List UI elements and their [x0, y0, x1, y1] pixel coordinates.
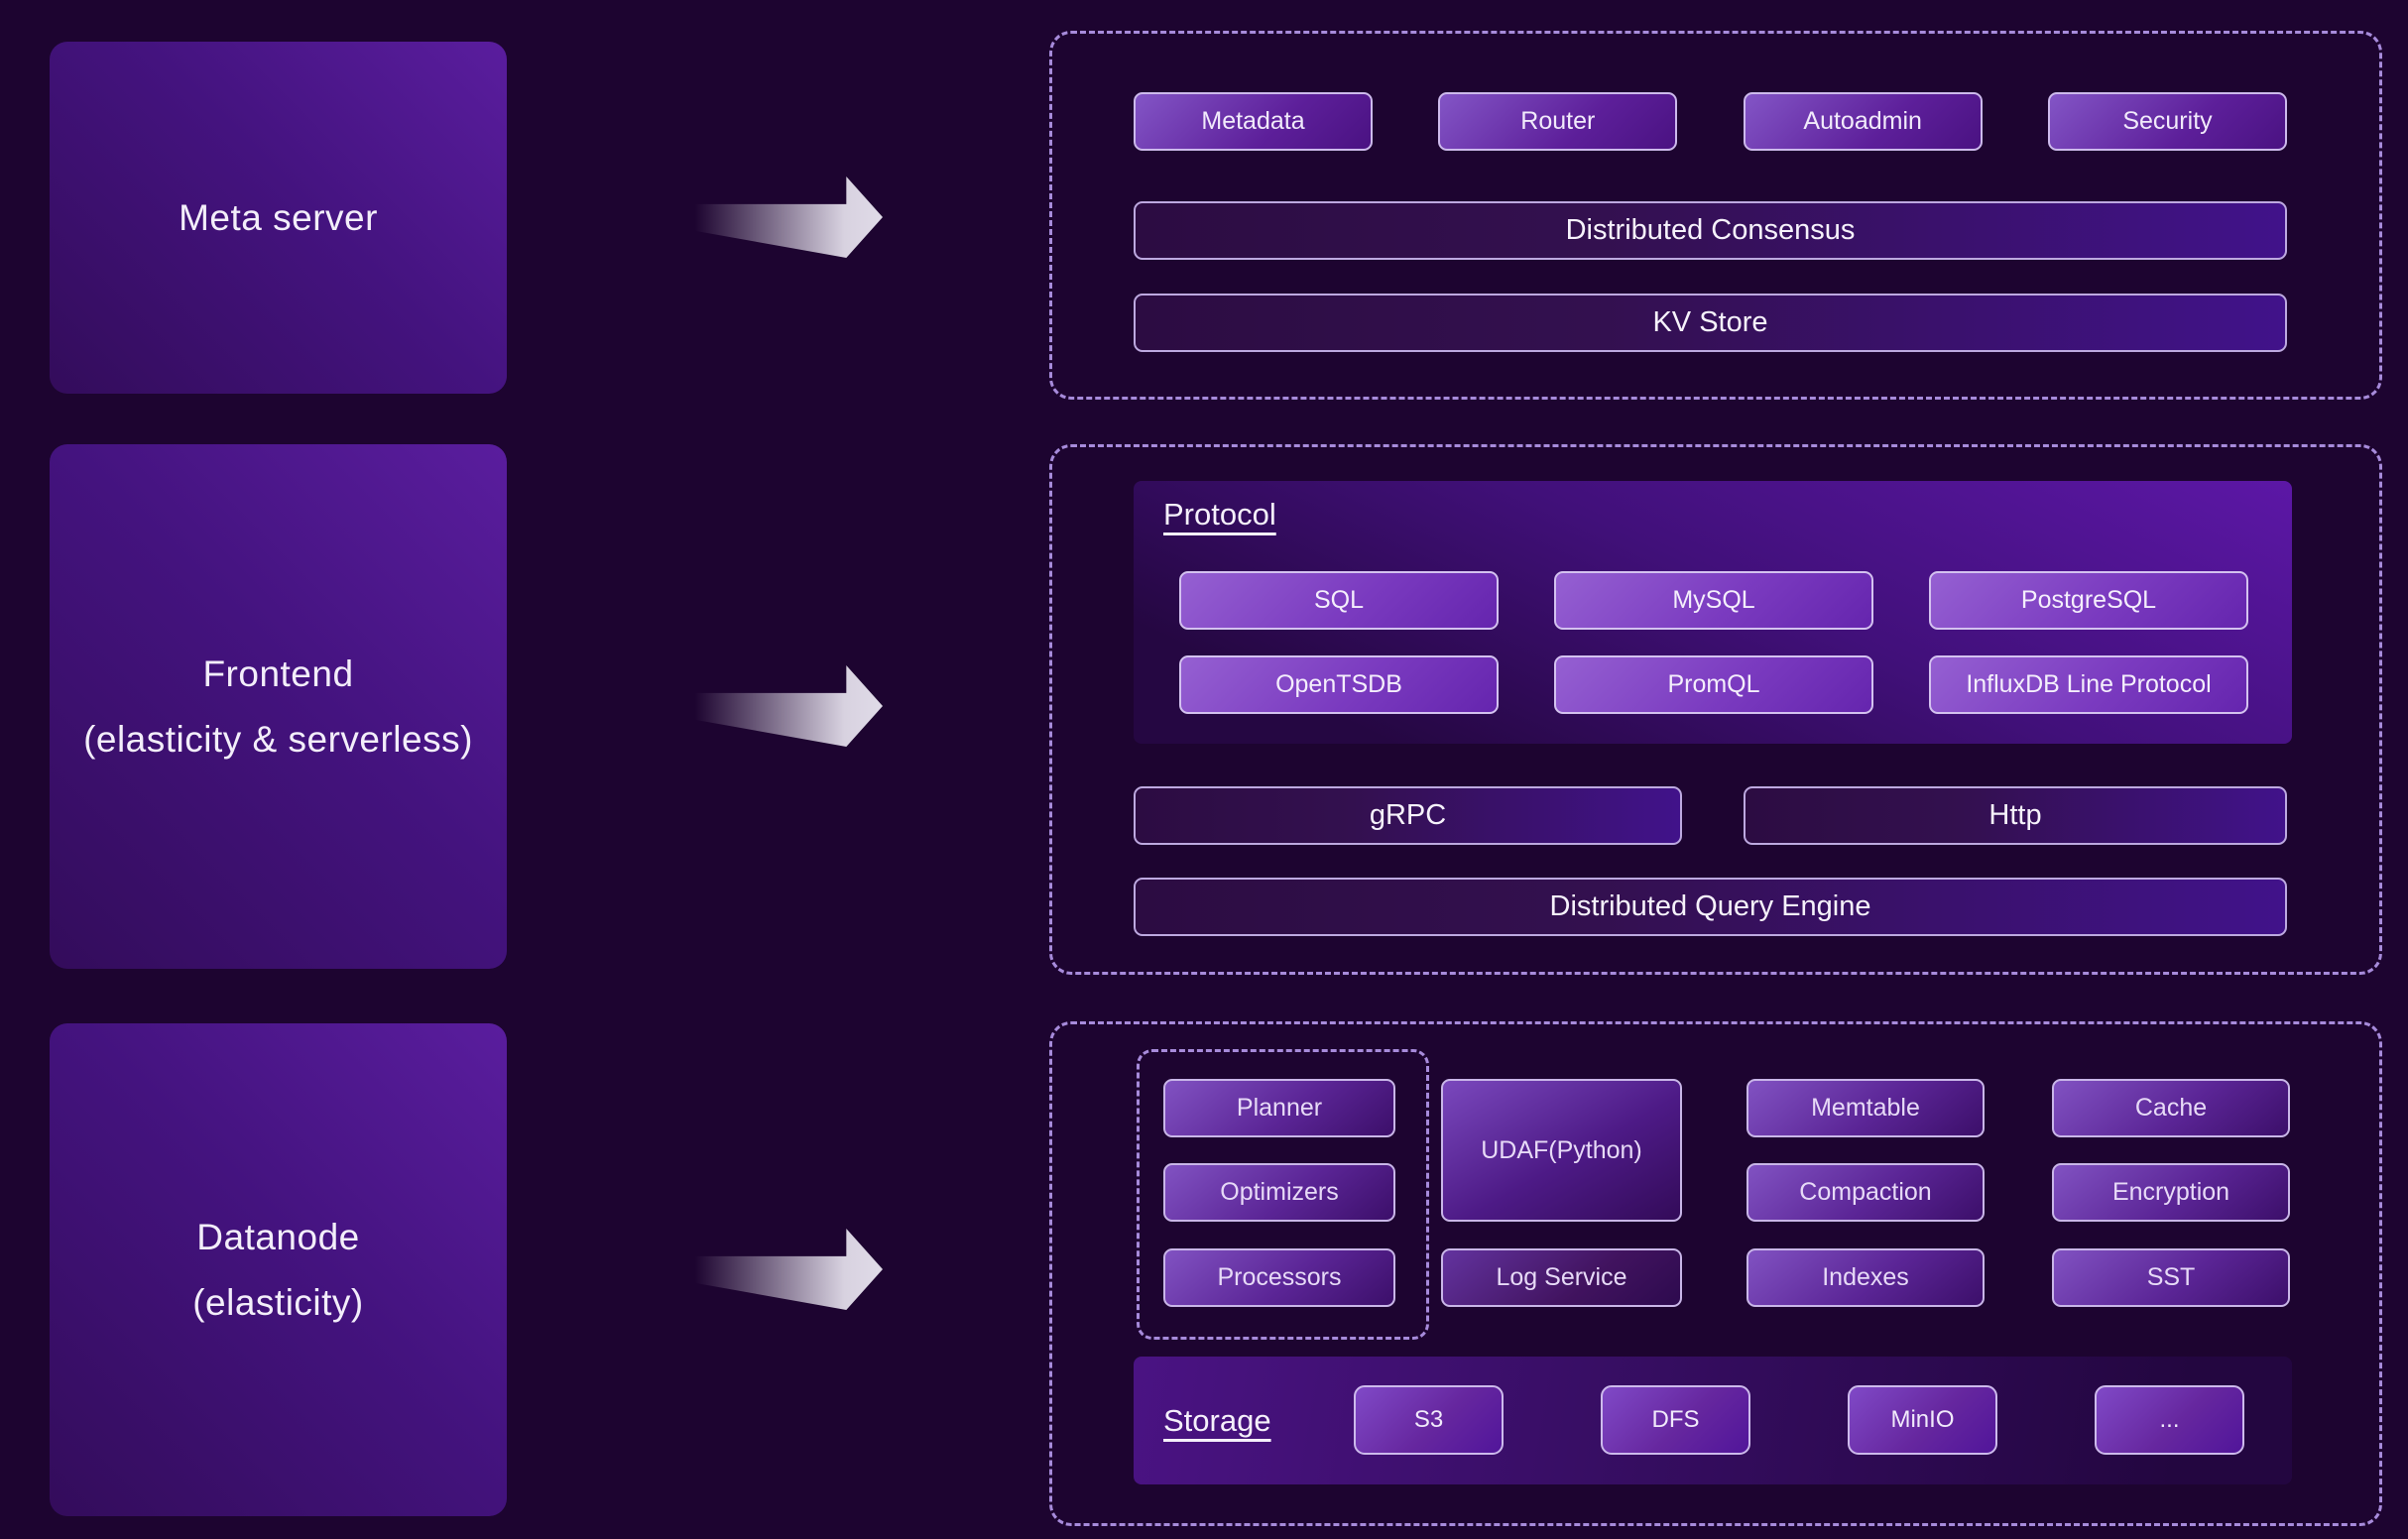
indexes-node: Indexes — [1746, 1248, 1985, 1307]
protocol-grid: SQL MySQL PostgreSQL OpenTSDB PromQL Inf… — [1179, 571, 2248, 714]
encryption-node: Encryption — [2052, 1163, 2290, 1222]
kv-store-node: KV Store — [1134, 294, 2287, 352]
minio-node: MinIO — [1848, 1385, 1997, 1455]
meta-server-box: Meta server — [50, 42, 507, 394]
log-service-node: Log Service — [1441, 1248, 1682, 1307]
sst-node: SST — [2052, 1248, 2290, 1307]
storage-title: Storage — [1163, 1403, 1271, 1439]
http-node: Http — [1744, 786, 2287, 845]
datanode-panel: Planner Optimizers Processors UDAF(Pytho… — [1049, 1021, 2382, 1526]
frontend-label-line2: (elasticity & serverless) — [83, 719, 473, 761]
datanode-label-line1: Datanode — [196, 1217, 359, 1258]
distributed-query-engine-node: Distributed Query Engine — [1134, 878, 2287, 936]
datanode-box: Datanode (elasticity) — [50, 1023, 507, 1516]
meta-components-row: Metadata Router Autoadmin Security — [1134, 92, 2287, 151]
right-arrow-icon — [691, 177, 883, 258]
compaction-node: Compaction — [1746, 1163, 1985, 1222]
architecture-diagram: Meta server Frontend (elasticity & serve… — [0, 0, 2408, 1539]
right-arrow-icon — [691, 665, 883, 747]
cache-node: Cache — [2052, 1079, 2290, 1137]
protocol-group: Protocol SQL MySQL PostgreSQL OpenTSDB P… — [1134, 481, 2292, 744]
dfs-node: DFS — [1601, 1385, 1750, 1455]
frontend-panel: Protocol SQL MySQL PostgreSQL OpenTSDB P… — [1049, 444, 2382, 975]
promql-node: PromQL — [1554, 655, 1873, 714]
udaf-python-node: UDAF(Python) — [1441, 1079, 1682, 1222]
frontend-box: Frontend (elasticity & serverless) — [50, 444, 507, 969]
processors-node: Processors — [1163, 1248, 1395, 1307]
mysql-node: MySQL — [1554, 571, 1873, 630]
opentsdb-node: OpenTSDB — [1179, 655, 1499, 714]
influxdb-line-protocol-node: InfluxDB Line Protocol — [1929, 655, 2248, 714]
security-node: Security — [2048, 92, 2287, 151]
postgresql-node: PostgreSQL — [1929, 571, 2248, 630]
grpc-node: gRPC — [1134, 786, 1682, 845]
memtable-node: Memtable — [1746, 1079, 1985, 1137]
planner-node: Planner — [1163, 1079, 1395, 1137]
optimizers-node: Optimizers — [1163, 1163, 1395, 1222]
more-storage-node: ... — [2095, 1385, 2244, 1455]
autoadmin-node: Autoadmin — [1744, 92, 1983, 151]
storage-group: Storage S3 DFS MinIO ... — [1134, 1357, 2292, 1484]
meta-server-label: Meta server — [179, 197, 378, 239]
storage-options-row: S3 DFS MinIO ... — [1354, 1385, 2244, 1455]
s3-node: S3 — [1354, 1385, 1504, 1455]
frontend-label-line1: Frontend — [202, 653, 353, 695]
sql-node: SQL — [1179, 571, 1499, 630]
protocol-title: Protocol — [1163, 497, 1276, 533]
right-arrow-icon — [691, 1229, 883, 1310]
meta-server-panel: Metadata Router Autoadmin Security Distr… — [1049, 31, 2382, 400]
router-node: Router — [1438, 92, 1677, 151]
datanode-label-line2: (elasticity) — [192, 1282, 364, 1324]
metadata-node: Metadata — [1134, 92, 1373, 151]
distributed-consensus-node: Distributed Consensus — [1134, 201, 2287, 260]
